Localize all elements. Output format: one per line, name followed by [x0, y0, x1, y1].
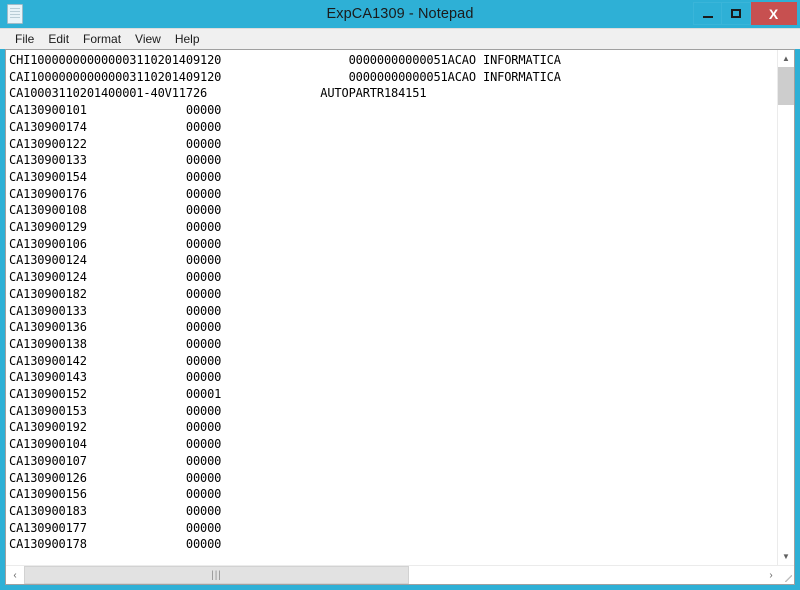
menu-item-file[interactable]: File — [8, 30, 41, 49]
close-icon: X — [768, 5, 779, 22]
horizontal-scroll-thumb[interactable]: ||| — [24, 566, 409, 584]
editor-row: CHI100000000000003110201409120 000000000… — [6, 50, 794, 565]
maximize-button[interactable] — [722, 2, 751, 25]
menu-item-edit[interactable]: Edit — [41, 30, 76, 49]
minimize-button[interactable] — [693, 2, 722, 25]
horizontal-scroll-track[interactable] — [409, 566, 762, 584]
maximize-icon — [731, 9, 741, 18]
window-title: ExpCA1309 - Notepad — [326, 6, 474, 22]
menu-item-view[interactable]: View — [128, 30, 168, 49]
text-editor[interactable]: CHI100000000000003110201409120 000000000… — [6, 50, 777, 565]
notepad-window: ExpCA1309 - Notepad X File Edit Format V… — [0, 0, 800, 590]
editor-content[interactable]: CHI100000000000003110201409120 000000000… — [9, 52, 777, 553]
scroll-left-icon[interactable]: ‹ — [6, 566, 24, 584]
menu-bar: File Edit Format View Help — [0, 28, 800, 49]
editor-client-area: CHI100000000000003110201409120 000000000… — [5, 49, 795, 585]
notepad-document-icon — [7, 4, 23, 24]
menu-item-help[interactable]: Help — [168, 30, 207, 49]
window-controls: X — [693, 2, 797, 25]
vertical-scroll-thumb[interactable] — [778, 67, 794, 105]
horizontal-scrollbar[interactable]: ‹ ||| › — [6, 565, 794, 584]
scroll-up-icon[interactable]: ▲ — [778, 50, 794, 67]
close-button[interactable]: X — [751, 2, 797, 25]
menu-item-format[interactable]: Format — [76, 30, 128, 49]
scroll-down-icon[interactable]: ▼ — [778, 548, 794, 565]
resize-grip[interactable] — [780, 566, 794, 584]
scroll-right-icon[interactable]: › — [762, 566, 780, 584]
vertical-scroll-track[interactable] — [778, 105, 794, 548]
title-bar[interactable]: ExpCA1309 - Notepad X — [0, 0, 800, 28]
minimize-icon — [702, 15, 713, 18]
vertical-scrollbar[interactable]: ▲ ▼ — [777, 50, 794, 565]
